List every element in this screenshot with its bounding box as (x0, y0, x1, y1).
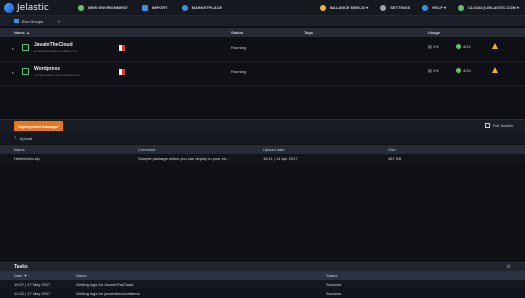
account-icon (457, 4, 464, 11)
fullscreen-label: Full Screen (492, 123, 513, 128)
task-row[interactable]: 10:27 | 17 May 2017 Getting logs for Jav… (0, 280, 525, 289)
task-row[interactable]: 10:22 | 17 May 2017 Getting logs for jav… (0, 289, 525, 298)
import-button[interactable]: IMPORT (142, 4, 168, 11)
column-date[interactable]: Date ▼ (14, 273, 28, 278)
task-status: Success (326, 282, 342, 287)
tasks-panel-header[interactable]: Tasks ⚙ (0, 262, 525, 271)
warning-icon[interactable] (492, 43, 498, 49)
nodes-usage-value: 4/12 (463, 44, 471, 49)
tasks-tool-icon[interactable]: ⚙ (507, 264, 511, 270)
jelastic-logo-icon (4, 2, 14, 13)
env-groups-settings-icon[interactable]: ⚙ (57, 19, 61, 24)
package-comment: Sample package which you can deploy to y… (138, 156, 230, 161)
column-status[interactable]: Status (231, 30, 243, 35)
node-icon (22, 68, 29, 75)
marketplace-button[interactable]: MARKETPLACE (181, 4, 223, 11)
help-icon (422, 4, 429, 11)
task-date: 10:22 | 17 May 2017 (14, 291, 51, 296)
import-label: IMPORT (152, 5, 168, 10)
package-name: HelloWorld.zip (14, 156, 40, 161)
environment-row[interactable]: ▸ JavaInTheCloud javaintheclouddemo.jela… (0, 38, 525, 62)
nodes-usage: 4/12 (456, 44, 471, 49)
deployment-tabbar: Deployment manager Full Screen (0, 119, 525, 131)
nodes-icon (456, 68, 461, 73)
tasks-title: Tasks (14, 264, 28, 270)
node-icon (22, 44, 29, 51)
import-icon (142, 4, 148, 11)
jelastic-logo[interactable]: Jelastic (4, 2, 64, 13)
top-toolbar: Jelastic NEW ENVIRONMENT IMPORT MARKETPL… (0, 0, 525, 16)
task-date: 10:27 | 17 May 2017 (14, 282, 51, 287)
tasks-grid-header: Date ▼ Name Status (0, 271, 525, 280)
account-button[interactable]: CLOUD@JELASTIC.COM ▾ (457, 4, 519, 11)
new-environment-button[interactable]: NEW ENVIRONMENT (78, 4, 128, 11)
flag-icon (119, 45, 125, 51)
cpu-usage: ▤ 1% (428, 68, 439, 73)
cpu-usage-value: 1% (432, 68, 439, 73)
flag-icon (119, 69, 125, 75)
deployment-row[interactable]: HelloWorld.zip Sample package which you … (0, 154, 525, 163)
column-upload-date[interactable]: Upload date (263, 147, 285, 152)
help-button[interactable]: HELP ▾ (422, 4, 446, 11)
environment-row[interactable]: ▸ Wordpress wordpressdemo.demo.jelastic.… (0, 62, 525, 86)
fullscreen-button[interactable]: Full Screen (484, 123, 513, 128)
expand-icon[interactable]: ▸ (12, 46, 14, 51)
cpu-usage-value: 1% (432, 44, 439, 49)
package-size: 487 KB (388, 156, 402, 161)
settings-button[interactable]: SETTINGS (380, 4, 411, 11)
environment-status: Running (231, 45, 246, 50)
fullscreen-icon (484, 123, 490, 128)
task-status: Success (326, 291, 342, 296)
balance-button[interactable]: BALANCE $959.22 ▾ (319, 4, 369, 11)
column-size[interactable]: Size (388, 147, 396, 152)
environments-empty-area (0, 86, 525, 119)
deployment-empty-area (0, 163, 525, 261)
nodes-icon (456, 44, 461, 49)
upload-label: Upload (19, 135, 33, 141)
environment-status: Running (231, 69, 246, 74)
column-tags[interactable]: Tags (304, 30, 313, 35)
environment-url[interactable]: wordpressdemo.demo.jelastic.com (34, 73, 80, 77)
expand-icon[interactable]: ▸ (12, 70, 14, 75)
new-environment-label: NEW ENVIRONMENT (88, 5, 128, 10)
deployment-toolbar: ↑ Upload (0, 131, 525, 144)
column-name[interactable]: Name (14, 147, 25, 152)
help-label: HELP ▾ (432, 5, 446, 10)
environment-name[interactable]: JavaInTheCloud (34, 42, 73, 48)
column-name[interactable]: Name ▲ (14, 30, 30, 35)
column-name[interactable]: Name (76, 273, 87, 278)
task-name: Getting logs for javaintheclouddemo (76, 291, 140, 296)
environments-grid-header: Name ▲ Status Tags Usage (0, 28, 525, 37)
column-usage[interactable]: Usage (428, 30, 440, 35)
upload-button[interactable]: ↑ Upload (14, 135, 32, 141)
tab-deployment-manager[interactable]: Deployment manager (14, 121, 63, 131)
environment-url[interactable]: javaintheclouddemo.jelastic.com (34, 49, 77, 53)
column-comment[interactable]: Comment (138, 147, 155, 152)
env-groups-icon (14, 19, 19, 23)
marketplace-label: MARKETPLACE (191, 5, 223, 10)
logo-text: Jelastic (17, 2, 49, 13)
balance-label: BALANCE $959.22 ▾ (329, 5, 369, 10)
account-label: CLOUD@JELASTIC.COM ▾ (467, 5, 519, 10)
upload-icon: ↑ (14, 135, 17, 141)
settings-label: SETTINGS (390, 5, 411, 10)
nodes-usage: 4/10 (456, 68, 471, 73)
cpu-usage: ▤ 1% (428, 44, 439, 49)
marketplace-icon (181, 4, 188, 11)
settings-icon (380, 4, 387, 11)
env-groups-bar: Env Groups ⚙ (0, 16, 525, 26)
deployment-grid-header: Name Comment Upload date Size (0, 145, 525, 154)
warning-icon[interactable] (492, 67, 498, 73)
new-env-icon (78, 4, 84, 11)
environment-name[interactable]: Wordpress (34, 66, 60, 72)
column-status[interactable]: Status (326, 273, 337, 278)
package-upload-date: 18:11 | 14 Apr 2017 (263, 156, 298, 161)
env-groups-button[interactable]: Env Groups (22, 19, 43, 24)
balance-icon (319, 4, 326, 11)
task-name: Getting logs for JavaInTheCloud (76, 282, 134, 287)
nodes-usage-value: 4/10 (463, 68, 471, 73)
